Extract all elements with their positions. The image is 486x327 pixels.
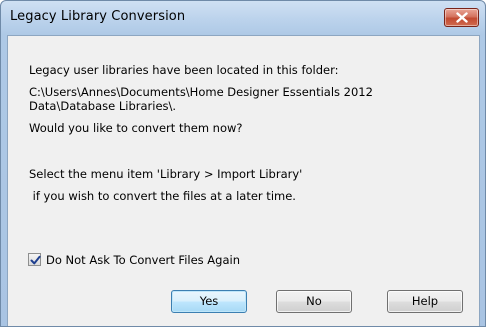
close-icon: [456, 12, 468, 23]
import-hint-line1: Select the menu item 'Library > Import L…: [29, 167, 303, 181]
folder-path-line1: C:\Users\Annes\Documents\Home Designer E…: [29, 85, 373, 99]
do-not-ask-checkbox[interactable]: [28, 253, 41, 266]
help-button[interactable]: Help: [387, 290, 463, 313]
no-button[interactable]: No: [276, 290, 352, 313]
window-title: Legacy Library Conversion: [10, 9, 186, 24]
folder-path-line2: Data\Database Libraries\.: [29, 99, 177, 113]
message-intro: Legacy user libraries have been located …: [29, 63, 339, 77]
do-not-ask-label[interactable]: Do Not Ask To Convert Files Again: [46, 253, 240, 267]
convert-question: Would you like to convert them now?: [29, 121, 243, 135]
import-hint-line2: if you wish to convert the files at a la…: [29, 189, 296, 203]
yes-button[interactable]: Yes: [171, 290, 247, 313]
dialog-content: Legacy user libraries have been located …: [7, 35, 480, 326]
title-bar[interactable]: Legacy Library Conversion: [1, 1, 485, 35]
close-button[interactable]: [444, 8, 479, 27]
checkmark-icon: [30, 255, 41, 265]
dialog-window: Legacy Library Conversion Legacy user li…: [0, 0, 486, 327]
